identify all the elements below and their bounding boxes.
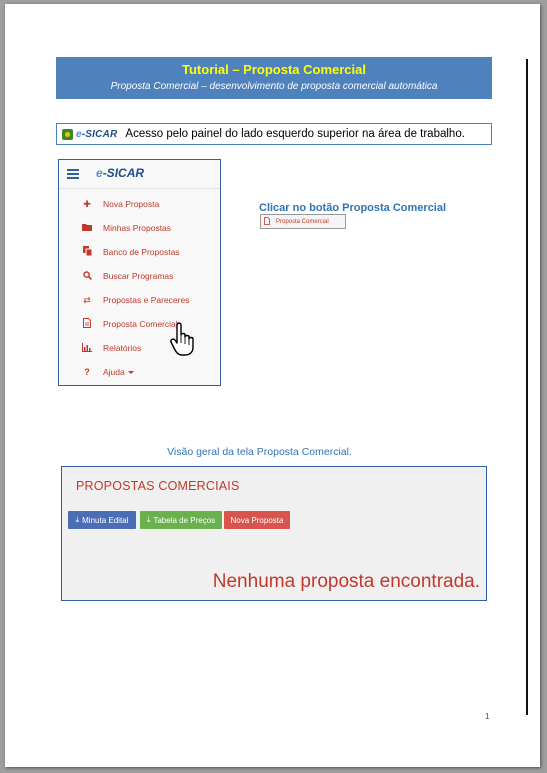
retweet-icon: ⇄ bbox=[83, 294, 91, 305]
access-text: Acesso pelo painel do lado esquerdo supe… bbox=[125, 128, 465, 140]
sidebar-item-banco-de-propostas[interactable]: Banco de Propostas bbox=[59, 242, 220, 262]
file-icon bbox=[81, 318, 93, 330]
document-title: Tutorial – Proposta Comercial bbox=[182, 62, 366, 77]
screen-title: PROPOSTAS COMERCIAIS bbox=[76, 479, 240, 493]
button-label: Proposta Comercial bbox=[276, 218, 329, 225]
folder-icon bbox=[81, 223, 93, 233]
document-page: Tutorial – Proposta Comercial Proposta C… bbox=[5, 4, 540, 767]
search-icon bbox=[81, 270, 93, 282]
plus-icon: ✚ bbox=[83, 198, 91, 209]
sidebar-item-label: Propostas e Pareceres bbox=[103, 295, 190, 305]
sidebar-item-label: Relatórios bbox=[103, 343, 142, 353]
copy-icon bbox=[81, 246, 93, 258]
instruction-text: Clicar no botão Proposta Comercial bbox=[259, 202, 447, 214]
sidebar-item-minhas-propostas[interactable]: Minhas Propostas bbox=[59, 218, 220, 238]
minuta-edital-button[interactable]: ⤓ Minuta Edital bbox=[68, 511, 136, 529]
logo-text: e-SICAR bbox=[76, 128, 118, 140]
nova-proposta-button[interactable]: Nova Proposta bbox=[224, 511, 290, 529]
sidebar-item-label: Nova Proposta bbox=[103, 199, 160, 209]
empty-state-message: Nenhuma proposta encontrada. bbox=[212, 571, 480, 592]
sidebar-item-label: Proposta Comercial bbox=[103, 319, 178, 329]
document-subtitle: Proposta Comercial – desenvolvimento de … bbox=[110, 81, 438, 92]
tabela-de-precos-button[interactable]: ⤓ Tabela de Preços bbox=[140, 511, 222, 529]
download-icon: ⤓ bbox=[146, 515, 151, 524]
access-note: e-SICAR Acesso pelo painel do lado esque… bbox=[56, 123, 492, 145]
proposta-comercial-button-preview: Proposta Comercial bbox=[260, 214, 346, 229]
sidebar-item-nova-proposta[interactable]: ✚ Nova Proposta bbox=[59, 194, 220, 214]
margin-line bbox=[526, 59, 528, 715]
sidebar-item-buscar-programas[interactable]: Buscar Programas bbox=[59, 266, 220, 286]
sidebar-item-label: Ajuda bbox=[103, 367, 134, 377]
title-banner: Tutorial – Proposta Comercial Proposta C… bbox=[56, 57, 492, 99]
sidebar-item-label: Banco de Propostas bbox=[103, 247, 180, 257]
badge-icon bbox=[62, 128, 73, 140]
hamburger-icon[interactable] bbox=[67, 169, 79, 181]
esicar-logo: e-SICAR bbox=[62, 128, 118, 140]
sidebar-item-ajuda[interactable]: ? Ajuda bbox=[59, 362, 220, 382]
file-icon bbox=[264, 216, 270, 227]
menu-header: e-SICAR bbox=[59, 160, 220, 189]
overview-caption: Visão geral da tela Proposta Comercial. bbox=[167, 446, 352, 458]
sidebar-item-label: Buscar Programas bbox=[103, 271, 174, 281]
sidebar-item-label: Minhas Propostas bbox=[103, 223, 172, 233]
download-icon: ⤓ bbox=[75, 515, 80, 524]
page-number: 1 bbox=[485, 712, 490, 721]
bar-chart-icon bbox=[81, 342, 93, 354]
caret-down-icon bbox=[127, 371, 134, 375]
question-icon: ? bbox=[84, 367, 90, 377]
propostas-comerciais-screen: PROPOSTAS COMERCIAIS ⤓ Minuta Edital ⤓ Tab… bbox=[61, 466, 487, 601]
hand-pointer-icon bbox=[170, 322, 194, 356]
menu-logo: e-SICAR bbox=[96, 166, 145, 180]
sidebar-item-propostas-e-pareceres[interactable]: ⇄ Propostas e Pareceres bbox=[59, 290, 220, 310]
